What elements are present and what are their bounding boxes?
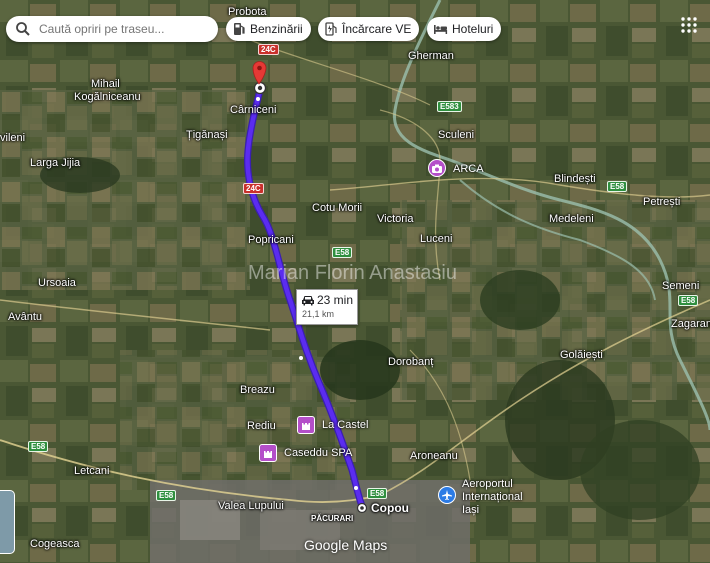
road-shield: E58 <box>367 488 388 499</box>
poi-label-arca[interactable]: ARCA <box>453 163 484 175</box>
place-label[interactable]: Medeleni <box>549 213 594 225</box>
place-label[interactable]: Cogeasca <box>30 538 80 550</box>
road-shield: E58 <box>156 490 177 501</box>
place-label[interactable]: Valea Lupului <box>218 500 284 512</box>
place-label[interactable]: Țigănași <box>186 129 228 141</box>
place-label[interactable]: Larga Jijia <box>30 157 80 169</box>
car-icon <box>302 296 314 306</box>
road-shield: E583 <box>437 101 462 112</box>
airport-label-line1[interactable]: Aeroportul <box>462 478 513 490</box>
place-label[interactable]: Kogălniceanu <box>74 91 141 103</box>
place-label[interactable]: Breazu <box>240 384 275 396</box>
route-duration-callout[interactable]: 23 min 21,1 km <box>296 289 358 325</box>
place-label[interactable]: Dorobanț <box>388 356 433 368</box>
route-duration: 23 min <box>317 293 354 307</box>
place-label[interactable]: Blindești <box>554 173 596 185</box>
spa-icon[interactable] <box>259 444 277 462</box>
poi-label-caseddu[interactable]: Caseddu SPA <box>284 447 352 459</box>
route-distance: 21,1 km <box>302 309 335 319</box>
place-label[interactable]: Petrești <box>643 196 680 208</box>
place-label[interactable]: Sculeni <box>438 129 474 141</box>
place-label[interactable]: PĂCURARI <box>311 514 353 523</box>
road-shield: E58 <box>678 295 699 306</box>
place-label[interactable]: Cârniceni <box>230 104 276 116</box>
google-maps-logo: Google Maps <box>304 537 388 553</box>
chip-hotels[interactable]: Hoteluri <box>427 17 502 41</box>
place-label[interactable]: Ursoaia <box>38 277 76 289</box>
place-label[interactable]: Probota <box>228 6 267 18</box>
place-label-copou[interactable]: Copou <box>371 501 409 515</box>
place-label[interactable]: Cotu Morii <box>312 202 362 214</box>
airport-icon[interactable] <box>438 486 456 504</box>
search-icon <box>16 22 30 36</box>
place-label[interactable]: Victoria <box>377 213 413 225</box>
chip-ev-label: Încărcare VE <box>342 22 412 36</box>
search-input[interactable] <box>37 21 216 37</box>
place-label[interactable]: Avântu <box>8 311 42 323</box>
road-shield: 24C <box>258 44 279 55</box>
airport-label-line3[interactable]: Iași <box>462 504 479 516</box>
chip-ev-charging[interactable]: Încărcare VE <box>318 17 420 41</box>
chip-fuel-label: Benzinării <box>250 22 303 36</box>
gas-pump-icon <box>232 22 246 36</box>
place-label[interactable]: Mihail <box>91 78 120 90</box>
route-stop-search[interactable] <box>6 16 218 42</box>
place-label[interactable]: vileni <box>0 132 25 144</box>
place-label[interactable]: Golăiești <box>560 349 603 361</box>
road-shield: 24C <box>243 183 264 194</box>
place-label[interactable]: Popricani <box>248 234 294 246</box>
place-label[interactable]: Gherman <box>408 50 454 62</box>
apps-grid-icon[interactable] <box>680 16 698 34</box>
chip-fuel-stations[interactable]: Benzinării <box>226 17 311 41</box>
airport-label-line2[interactable]: Internațional <box>462 491 523 503</box>
place-label[interactable]: Semeni <box>662 280 699 292</box>
place-label[interactable]: Aroneanu <box>410 450 458 462</box>
place-label[interactable]: Luceni <box>420 233 452 245</box>
road-shield: E58 <box>607 181 628 192</box>
castle-icon[interactable] <box>297 416 315 434</box>
ev-charger-icon <box>324 22 338 36</box>
place-label[interactable]: Rediu <box>247 420 276 432</box>
poi-label-la-castel[interactable]: La Castel <box>322 419 368 431</box>
place-label[interactable]: Zagaranc <box>671 318 710 330</box>
camera-icon[interactable] <box>428 159 446 177</box>
place-label[interactable]: Letcani <box>74 465 109 477</box>
bed-icon <box>433 23 448 35</box>
road-shield: E58 <box>28 441 49 452</box>
watermark: Marian Florin Anastasiu <box>248 262 457 284</box>
road-shield: E58 <box>332 247 353 258</box>
layers-thumbnail[interactable] <box>0 490 15 554</box>
chip-hotels-label: Hoteluri <box>452 22 494 36</box>
